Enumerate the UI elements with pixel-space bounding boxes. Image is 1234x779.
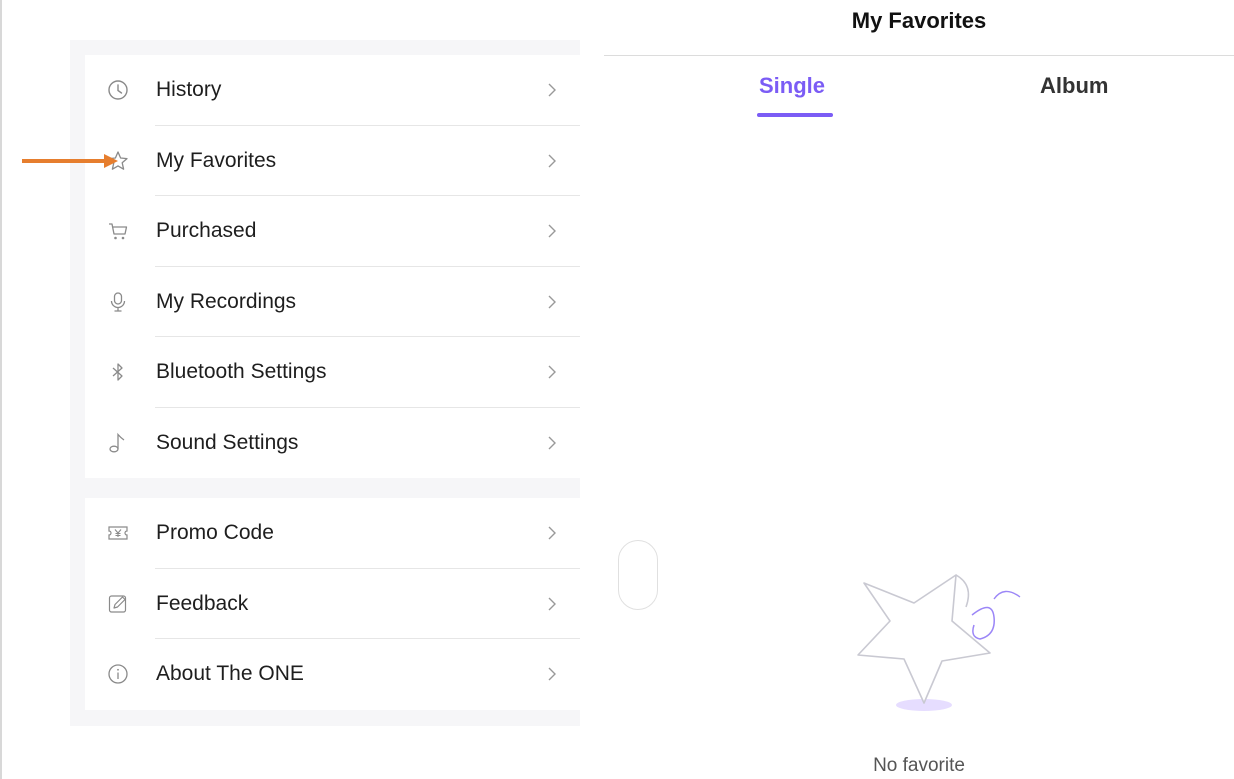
window-left-border [0, 0, 2, 779]
favorites-page: My Favorites Single Album No favorite [604, 0, 1234, 779]
microphone-icon [107, 291, 129, 313]
chevron-right-icon [546, 596, 558, 612]
header-divider [604, 55, 1234, 56]
menu-group-primary: History My Favorites Purchased My Record… [85, 55, 580, 478]
menu-item-label: History [156, 78, 222, 102]
edit-icon [107, 593, 129, 615]
menu-group-secondary: Promo Code Feedback About The ONE [85, 498, 580, 710]
menu-item-label: My Favorites [156, 148, 277, 172]
tab-single[interactable]: Single [759, 73, 825, 99]
menu-item-label: About The ONE [156, 662, 304, 686]
empty-state-message: No favorite [873, 755, 965, 776]
chevron-right-icon [546, 364, 558, 380]
menu-item-label: Promo Code [156, 521, 274, 545]
chevron-right-icon [546, 223, 558, 239]
menu-item-label: My Recordings [156, 289, 297, 313]
menu-item-label: Purchased [156, 219, 257, 243]
chevron-right-icon [546, 82, 558, 98]
ticket-icon [107, 522, 129, 544]
bluetooth-icon [107, 361, 129, 383]
chevron-right-icon [546, 153, 558, 169]
menu-item-label: Feedback [156, 591, 249, 615]
menu-item-purchased[interactable]: Purchased [85, 196, 580, 267]
cart-icon [107, 220, 129, 242]
menu-item-my-recordings[interactable]: My Recordings [85, 267, 580, 337]
menu-item-promo-code[interactable]: Promo Code [85, 498, 580, 569]
chevron-right-icon [546, 435, 558, 451]
menu-item-sound-settings[interactable]: Sound Settings [85, 408, 580, 479]
chevron-right-icon [546, 294, 558, 310]
tab-album[interactable]: Album [1040, 73, 1108, 99]
page-title: My Favorites [851, 8, 987, 33]
annotation-arrow-icon [22, 154, 118, 168]
menu-item-history[interactable]: History [85, 55, 580, 126]
active-tab-indicator [757, 113, 833, 117]
clock-icon [107, 79, 129, 101]
settings-menu-panel: History My Favorites Purchased My Record… [70, 40, 580, 726]
menu-item-my-favorites[interactable]: My Favorites [85, 126, 580, 196]
info-icon [107, 663, 129, 685]
menu-item-about[interactable]: About The ONE [85, 639, 580, 710]
menu-item-label: Sound Settings [156, 430, 299, 454]
menu-item-label: Bluetooth Settings [156, 360, 327, 384]
chevron-right-icon [546, 666, 558, 682]
chevron-right-icon [546, 525, 558, 541]
menu-item-bluetooth-settings[interactable]: Bluetooth Settings [85, 337, 580, 408]
empty-star-illustration-icon [857, 574, 1021, 711]
floating-button-edge[interactable] [618, 540, 658, 610]
music-note-icon [107, 432, 129, 454]
menu-item-feedback[interactable]: Feedback [85, 569, 580, 639]
